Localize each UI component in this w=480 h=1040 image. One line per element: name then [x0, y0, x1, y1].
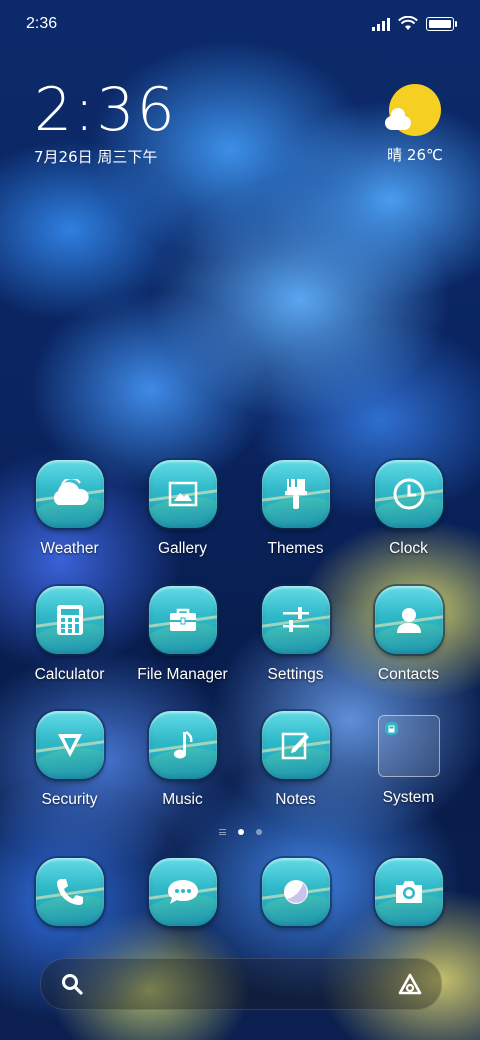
- music-note-icon: [173, 731, 192, 759]
- phone-icon: [56, 879, 83, 905]
- widget-date: 7月26日 周三下午: [34, 148, 158, 166]
- app-label: Themes: [267, 540, 324, 557]
- folder-mini-app-icon: [384, 722, 398, 735]
- briefcase-icon: [169, 608, 196, 631]
- app-label: Security: [41, 791, 98, 808]
- status-bar: 2:36: [0, 0, 480, 48]
- weather-text: 晴 26℃: [380, 144, 450, 165]
- app-icon: [374, 460, 443, 528]
- app-notes[interactable]: Notes: [239, 711, 352, 809]
- app-icon: [261, 711, 330, 779]
- dock-phone[interactable]: [13, 858, 126, 926]
- clock-widget[interactable]: 2:36 7月26日 周三下午: [34, 78, 177, 167]
- app-icon: [35, 586, 104, 654]
- pencil-note-icon: [281, 732, 309, 760]
- app-icon: [261, 858, 330, 926]
- app-label: System: [382, 789, 435, 806]
- page-dot: [255, 829, 262, 835]
- app-contacts[interactable]: Contacts: [352, 586, 465, 684]
- app-label: Contacts: [377, 666, 440, 683]
- calculator-icon: [56, 605, 83, 635]
- app-label: Clock: [389, 540, 428, 557]
- status-time: 2:36: [26, 15, 58, 32]
- sliders-icon: [282, 607, 309, 632]
- app-gallery[interactable]: Gallery: [126, 460, 239, 558]
- dock-camera[interactable]: [352, 858, 465, 926]
- camera-icon: [395, 881, 422, 903]
- app-icon: [148, 460, 217, 528]
- app-file-manager[interactable]: File Manager: [126, 586, 239, 684]
- message-icon: [167, 880, 198, 904]
- clock-icon: [393, 478, 424, 510]
- sun-cloud-icon: [385, 84, 441, 136]
- status-icons: [372, 16, 457, 31]
- app-label: Notes: [275, 791, 316, 808]
- app-settings[interactable]: Settings: [239, 586, 352, 684]
- app-icon: [261, 586, 330, 654]
- search-icon[interactable]: [61, 973, 83, 995]
- signal-icon: [372, 17, 390, 31]
- app-label: Calculator: [34, 666, 105, 683]
- person-icon: [396, 608, 421, 633]
- app-icon: [148, 586, 217, 654]
- widget-time: 2:36: [34, 75, 177, 145]
- app-label: Music: [162, 791, 203, 808]
- page-dot-active: [237, 829, 244, 835]
- app-weather[interactable]: Weather: [13, 460, 126, 558]
- app-icon: [148, 711, 217, 779]
- app-icon: [261, 460, 330, 528]
- app-icon: [35, 460, 104, 528]
- weather-icon: [53, 479, 89, 505]
- app-label: Settings: [267, 666, 324, 683]
- shield-arrow-icon: [57, 734, 82, 757]
- app-icon: [374, 858, 443, 926]
- search-bar[interactable]: [40, 958, 442, 1010]
- app-clock[interactable]: Clock: [352, 460, 465, 558]
- app-security[interactable]: Security: [13, 711, 126, 809]
- dock-browser[interactable]: [239, 858, 352, 926]
- app-calculator[interactable]: Calculator: [13, 586, 126, 684]
- wifi-icon: [398, 16, 418, 30]
- weather-widget[interactable]: 晴 26℃: [380, 84, 450, 165]
- page-indicator-menu: [218, 829, 226, 835]
- folder-icon: [377, 715, 440, 777]
- app-icon: [35, 858, 104, 926]
- app-label: Weather: [40, 540, 99, 557]
- assistant-icon[interactable]: [397, 972, 423, 996]
- weather-condition: 晴: [387, 146, 403, 164]
- browser-icon: [283, 880, 308, 904]
- page-indicator[interactable]: [0, 829, 480, 835]
- app-themes[interactable]: Themes: [239, 460, 352, 558]
- brush-icon: [284, 479, 307, 509]
- app-system-folder[interactable]: System: [352, 711, 465, 807]
- app-label: Gallery: [157, 540, 208, 557]
- app-icon: [374, 586, 443, 654]
- app-icon: [35, 711, 104, 779]
- dock-messages[interactable]: [126, 858, 239, 926]
- gallery-icon: [168, 481, 197, 507]
- app-music[interactable]: Music: [126, 711, 239, 809]
- weather-temperature: 26℃: [406, 146, 443, 164]
- battery-icon: [426, 16, 457, 31]
- app-label: File Manager: [137, 666, 228, 683]
- app-icon: [148, 858, 217, 926]
